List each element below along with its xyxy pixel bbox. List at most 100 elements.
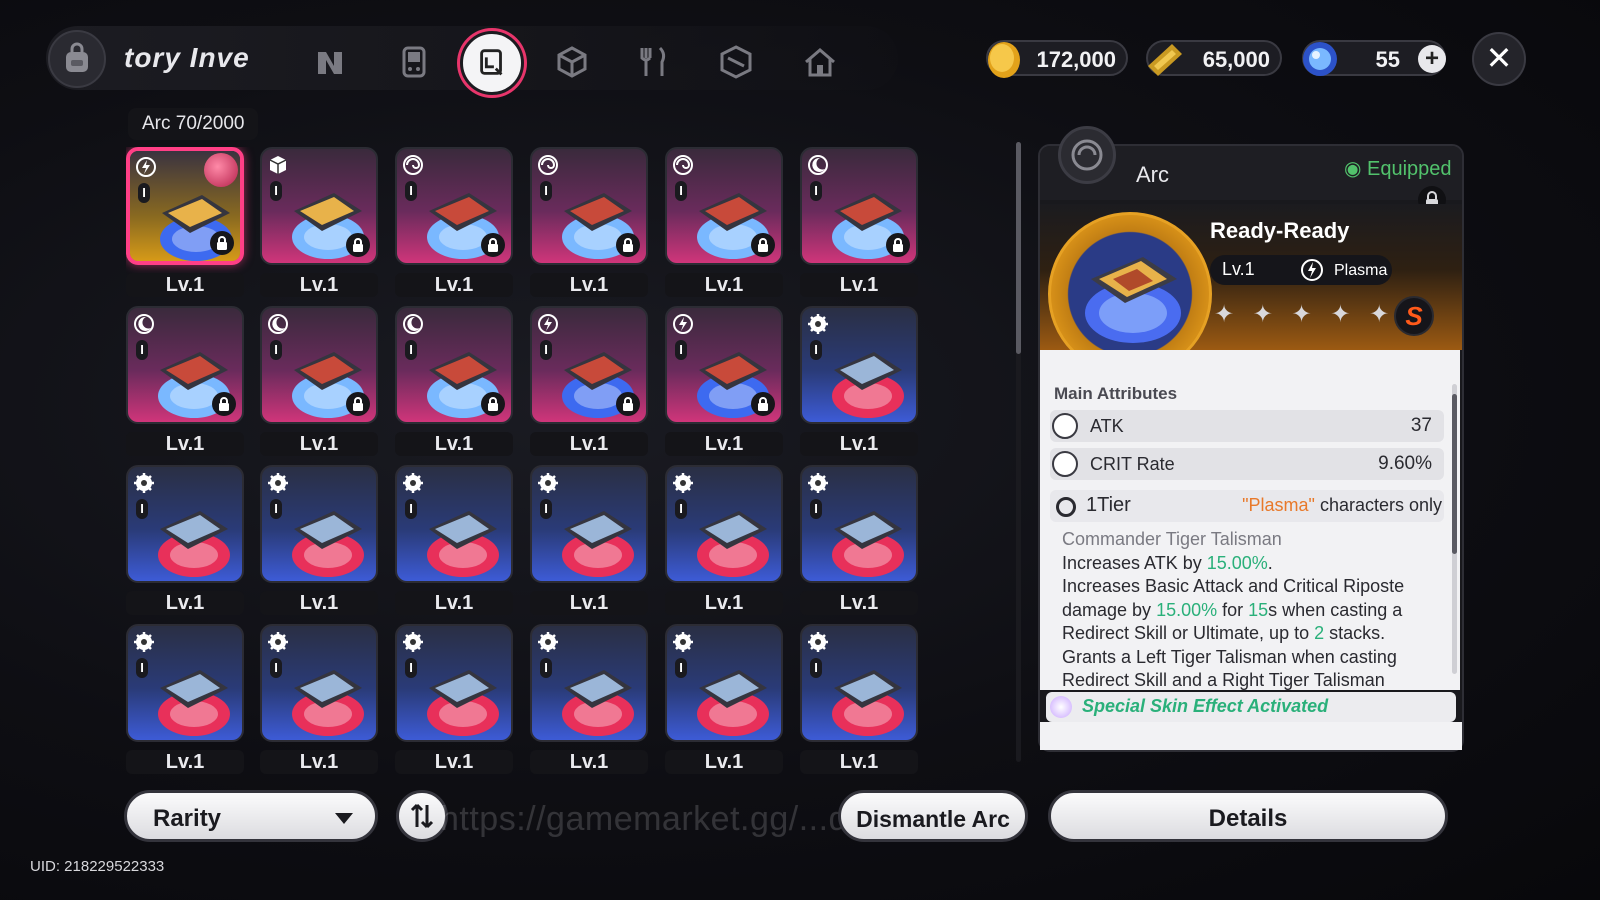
tier-marker: I xyxy=(136,658,148,678)
arc-item-cell[interactable]: I Lv.1 xyxy=(260,147,378,299)
arc-item-cell[interactable]: I Lv.1 xyxy=(665,465,783,617)
arc-item-card[interactable]: I xyxy=(126,306,244,424)
backpack-icon[interactable] xyxy=(48,30,106,88)
arc-item-cell[interactable]: I Lv.1 xyxy=(395,147,513,299)
moon-element-icon xyxy=(268,314,288,334)
arc-disc-artwork xyxy=(697,511,769,577)
arc-disc-artwork xyxy=(562,670,634,736)
tier-row: 1Tier "Plasma" characters only xyxy=(1050,490,1444,522)
tier-marker: I xyxy=(675,499,687,519)
attribute-value: 9.60% xyxy=(1378,453,1432,474)
lock-icon xyxy=(616,233,640,257)
box-icon xyxy=(720,45,752,79)
add-gem-button[interactable]: + xyxy=(1418,45,1446,73)
tab-character[interactable] xyxy=(308,40,352,84)
arc-item-card[interactable]: I xyxy=(665,465,783,583)
arc-item-level: Lv.1 xyxy=(126,273,244,297)
arc-item-cell[interactable]: I Lv.1 xyxy=(126,624,244,776)
arc-item-card[interactable]: I xyxy=(665,624,783,742)
lock-icon xyxy=(751,392,775,416)
swirl-element-icon xyxy=(673,155,693,175)
arc-item-cell[interactable]: I Lv.1 xyxy=(260,624,378,776)
arc-disc-artwork xyxy=(158,670,230,736)
effect-line-2: Increases Basic Attack and Critical Ripo… xyxy=(1062,576,1405,596)
gear-element-icon xyxy=(538,632,558,652)
gear-element-icon xyxy=(403,473,423,493)
arc-item-card[interactable]: I xyxy=(800,147,918,265)
arc-disc-artwork xyxy=(562,511,634,577)
arc-item-card[interactable]: I xyxy=(395,465,513,583)
arc-item-cell[interactable]: I Lv.1 xyxy=(800,147,918,299)
arc-item-card[interactable]: I xyxy=(530,624,648,742)
arc-item-cell[interactable]: I Lv.1 xyxy=(800,306,918,458)
arc-item-level: Lv.1 xyxy=(126,750,244,774)
details-button[interactable]: Details xyxy=(1048,790,1448,842)
arc-item-cell[interactable]: I Lv.1 xyxy=(530,624,648,776)
arc-item-cell[interactable]: I Lv.1 xyxy=(126,306,244,458)
detail-scrollbar-thumb[interactable] xyxy=(1452,394,1457,554)
arc-item-card[interactable]: I xyxy=(800,624,918,742)
arc-item-cell[interactable]: I Lv.1 xyxy=(395,624,513,776)
arc-item-card[interactable]: I xyxy=(260,147,378,265)
arc-item-cell[interactable]: I Lv.1 xyxy=(665,624,783,776)
arc-item-card[interactable]: I xyxy=(126,624,244,742)
dismantle-arc-button[interactable]: Dismantle Arc xyxy=(838,790,1028,842)
arc-item-card[interactable]: I xyxy=(665,306,783,424)
arc-item-level: Lv.1 xyxy=(260,591,378,615)
fork-knife-icon xyxy=(640,46,666,76)
tab-device[interactable] xyxy=(392,40,436,84)
arc-item-cell[interactable]: I Lv.1 xyxy=(530,147,648,299)
arc-item-card[interactable]: I xyxy=(260,306,378,424)
arc-item-card[interactable]: I xyxy=(800,306,918,424)
arc-item-card[interactable]: I xyxy=(530,306,648,424)
tier-marker: I xyxy=(270,658,282,678)
arc-item-cell[interactable]: I Lv.1 xyxy=(126,465,244,617)
tab-home[interactable] xyxy=(798,40,842,84)
sparkle-icon xyxy=(1050,696,1072,718)
tier-marker: I xyxy=(540,181,552,201)
arc-item-cell[interactable]: I Lv.1 xyxy=(126,147,244,299)
moon-element-icon xyxy=(403,314,423,334)
arc-item-cell[interactable]: I Lv.1 xyxy=(530,465,648,617)
grid-scrollbar-thumb[interactable] xyxy=(1016,142,1021,354)
moon-element-icon xyxy=(134,314,154,334)
arc-item-cell[interactable]: I Lv.1 xyxy=(260,465,378,617)
tab-materials[interactable] xyxy=(550,40,594,84)
arc-item-level: Lv.1 xyxy=(260,273,378,297)
equipped-label: Equipped xyxy=(1367,158,1452,180)
arc-item-card[interactable]: I xyxy=(395,624,513,742)
grid-scrollbar[interactable] xyxy=(1016,142,1021,762)
arc-item-card[interactable]: I xyxy=(530,147,648,265)
arc-item-card[interactable]: I xyxy=(530,465,648,583)
arc-item-card[interactable]: I xyxy=(800,465,918,583)
arc-item-cell[interactable]: I Lv.1 xyxy=(665,306,783,458)
atk-icon xyxy=(1052,413,1078,439)
arc-item-cell[interactable]: I Lv.1 xyxy=(260,306,378,458)
arc-item-card[interactable]: I xyxy=(126,465,244,583)
arc-item-cell[interactable]: I Lv.1 xyxy=(530,306,648,458)
arc-item-card[interactable]: I xyxy=(260,624,378,742)
arc-item-card[interactable]: I xyxy=(395,147,513,265)
tab-package[interactable] xyxy=(714,40,758,84)
effect-description: Commander Tiger Talisman Increases ATK b… xyxy=(1062,528,1450,690)
arc-item-card[interactable]: I xyxy=(665,147,783,265)
gold-currency: 172,000 xyxy=(986,40,1128,78)
user-id: UID: 218229522333 xyxy=(30,858,165,875)
tab-food[interactable] xyxy=(632,40,676,84)
tab-arc[interactable] xyxy=(460,31,524,95)
arc-item-level: Lv.1 xyxy=(800,273,918,297)
arc-item-cell[interactable]: I Lv.1 xyxy=(395,306,513,458)
arc-grid: I Lv.1 I Lv.1 I Lv.1 I Lv.1 I Lv.1 I Lv.1 I Lv.1 I Lv.1… xyxy=(126,147,938,781)
detail-scrollbar[interactable] xyxy=(1452,384,1457,674)
arc-item-level: Lv.1 xyxy=(395,750,513,774)
arc-item-card[interactable]: I xyxy=(395,306,513,424)
arc-item-cell[interactable]: I Lv.1 xyxy=(800,465,918,617)
tier-marker: I xyxy=(405,658,417,678)
arc-item-cell[interactable]: I Lv.1 xyxy=(395,465,513,617)
arc-item-card[interactable]: I xyxy=(126,147,244,265)
rarity-filter-dropdown[interactable]: Rarity xyxy=(124,790,378,842)
arc-item-cell[interactable]: I Lv.1 xyxy=(665,147,783,299)
arc-item-cell[interactable]: I Lv.1 xyxy=(800,624,918,776)
close-button[interactable]: ✕ xyxy=(1472,32,1526,86)
arc-item-card[interactable]: I xyxy=(260,465,378,583)
